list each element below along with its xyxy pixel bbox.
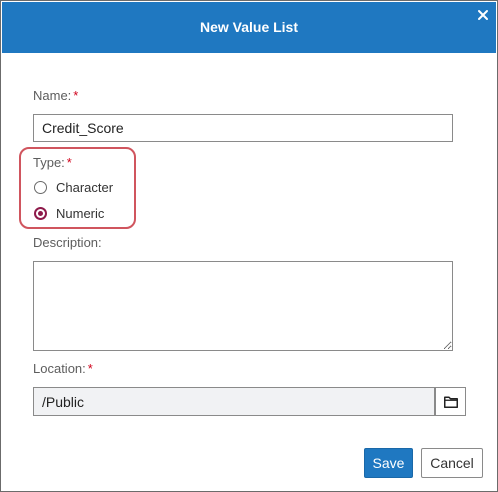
numeric-radio-label: Numeric bbox=[56, 206, 105, 221]
description-label: Description: bbox=[33, 235, 102, 250]
type-required-mark: * bbox=[66, 155, 72, 170]
type-label-text: Type: bbox=[33, 155, 65, 170]
type-option-numeric[interactable]: Numeric bbox=[34, 206, 104, 221]
folder-icon bbox=[443, 396, 458, 408]
close-button[interactable] bbox=[476, 8, 490, 22]
dialog-title: New Value List bbox=[199, 19, 299, 35]
character-radio-label: Character bbox=[56, 180, 114, 195]
cancel-button[interactable]: Cancel bbox=[421, 448, 483, 478]
new-value-list-dialog: New Value List Name:* Type:* Character N… bbox=[0, 0, 498, 492]
save-button[interactable]: Save bbox=[364, 448, 413, 478]
type-option-character[interactable]: Character bbox=[34, 180, 113, 195]
numeric-radio[interactable] bbox=[34, 207, 47, 220]
location-input[interactable] bbox=[33, 387, 435, 416]
name-required-mark: * bbox=[73, 88, 79, 103]
description-textarea[interactable] bbox=[33, 261, 453, 351]
dialog-titlebar: New Value List bbox=[2, 2, 496, 53]
character-radio[interactable] bbox=[34, 181, 47, 194]
location-label-text: Location: bbox=[33, 361, 86, 376]
name-input[interactable] bbox=[33, 114, 453, 142]
name-label-text: Name: bbox=[33, 88, 72, 103]
name-label: Name: * bbox=[33, 88, 78, 103]
type-label: Type: * bbox=[33, 155, 72, 170]
location-required-mark: * bbox=[87, 361, 93, 376]
close-icon bbox=[478, 10, 488, 20]
browse-location-button[interactable] bbox=[435, 387, 466, 416]
location-label: Location: * bbox=[33, 361, 93, 376]
